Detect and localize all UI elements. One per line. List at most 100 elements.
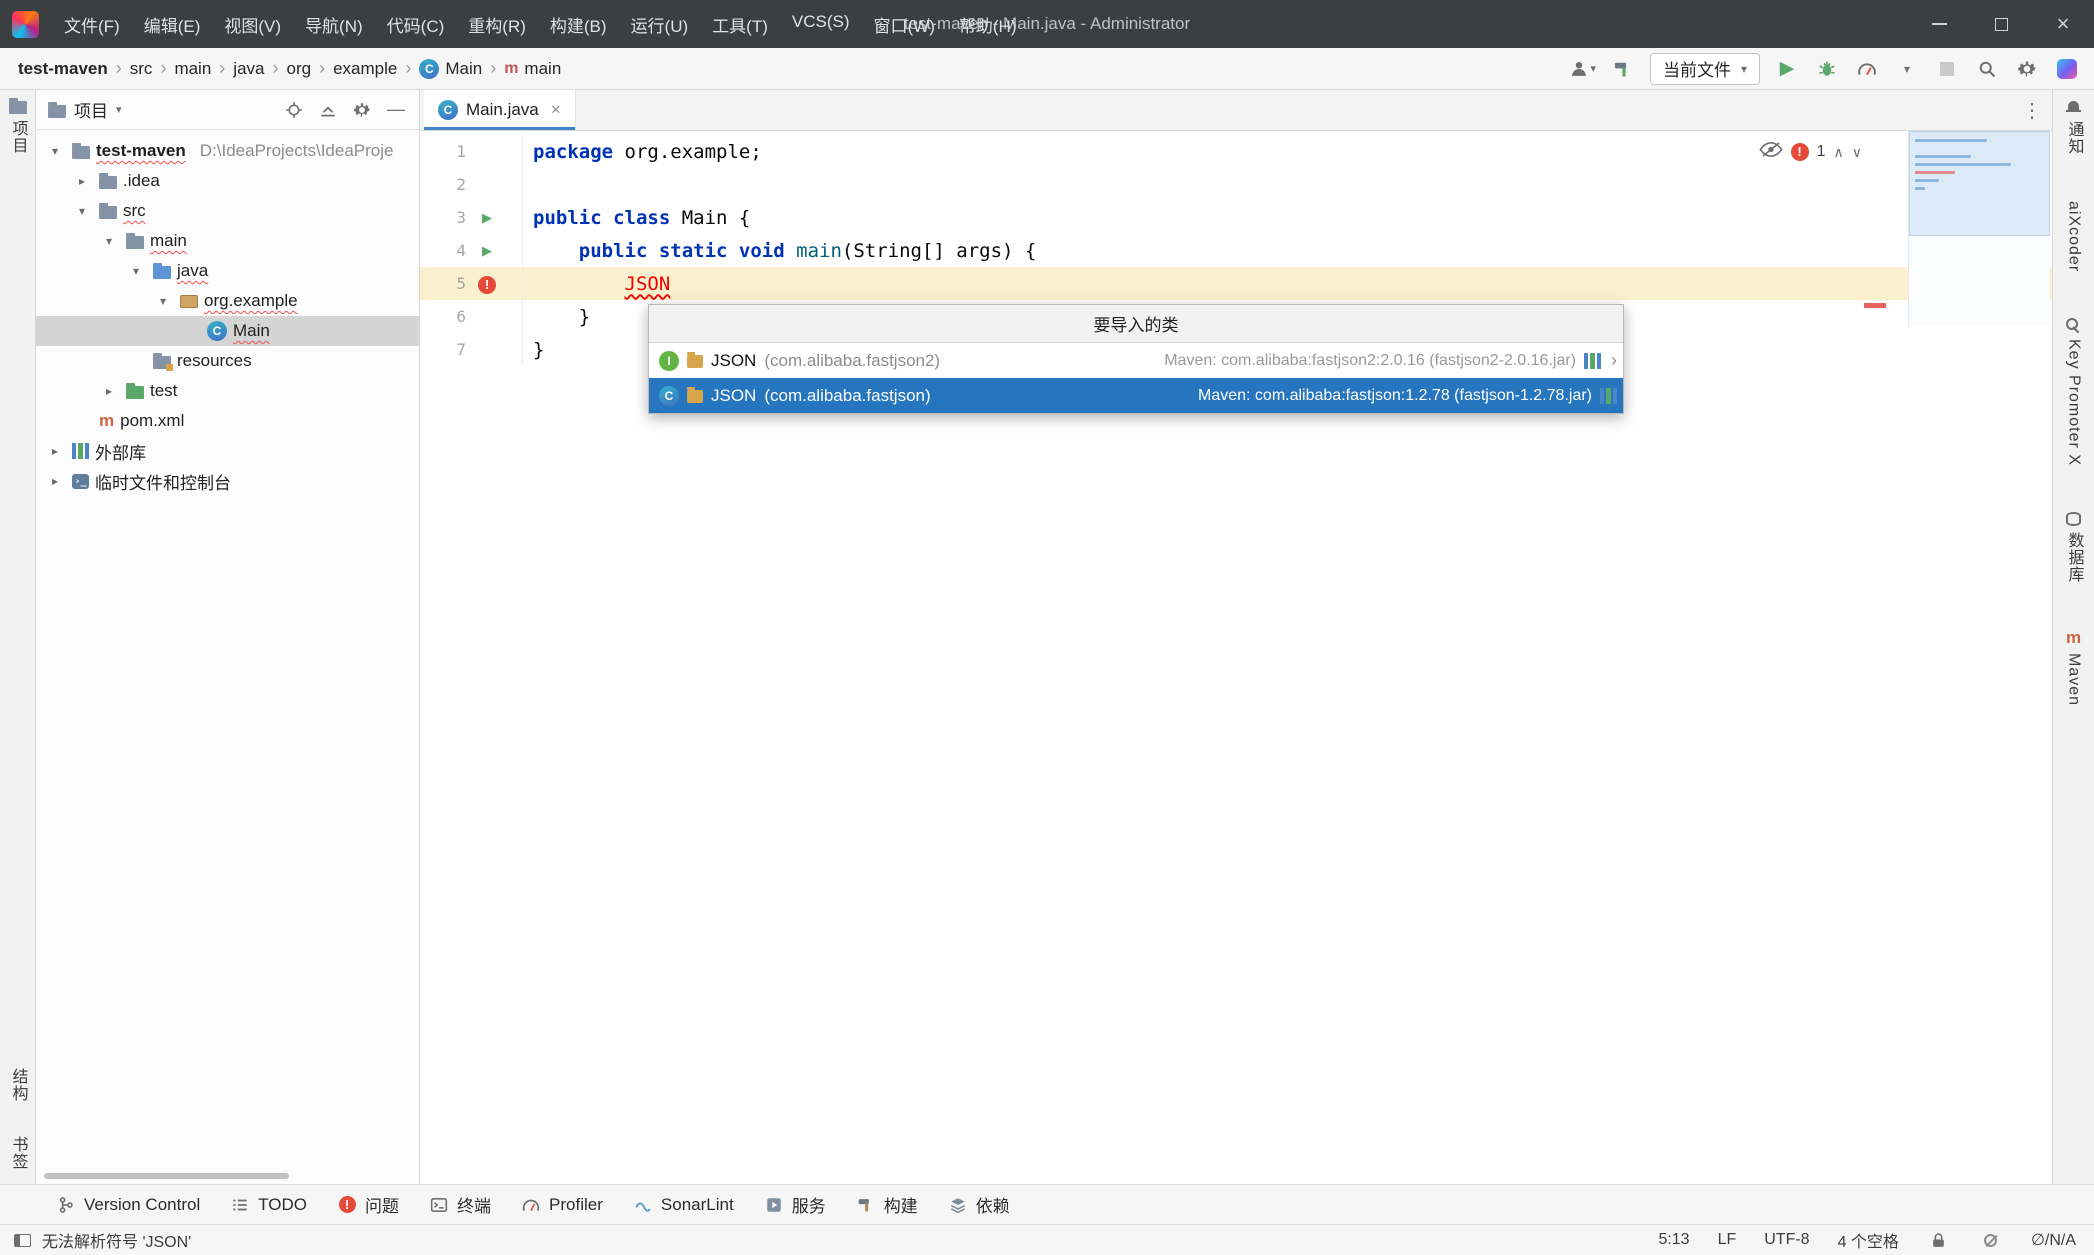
code-editor[interactable]: 1package org.example;23▶public class Mai… (420, 131, 2052, 1184)
stripe-button[interactable]: 结构 (6, 1068, 30, 1102)
collapse-all-icon[interactable] (315, 97, 341, 123)
caret-position[interactable]: 5:13 (1658, 1231, 1689, 1249)
prev-error-icon[interactable]: ∧ (1834, 144, 1844, 161)
import-option[interactable]: IJSON(com.alibaba.fastjson2)Maven: com.a… (649, 343, 1623, 378)
stripe-button[interactable]: 通知 (2062, 100, 2086, 155)
tree-chevron-icon[interactable]: ▸ (98, 384, 120, 398)
tree-chevron-icon[interactable]: ▸ (71, 174, 93, 188)
breadcrumb-item[interactable]: org (286, 59, 311, 79)
menu-item[interactable]: 视图(V) (213, 8, 292, 41)
highlight-level-icon[interactable] (1759, 141, 1783, 163)
tree-item[interactable]: ▾test-mavenD:\IdeaProjects\IdeaProje (36, 136, 419, 166)
stripe-button[interactable]: aiXcoder (2065, 201, 2083, 272)
error-stripe-mark[interactable] (1864, 303, 1886, 308)
project-view-caret-icon[interactable]: ▾ (116, 103, 122, 116)
stripe-button[interactable]: mMaven (2065, 629, 2083, 706)
code-line[interactable]: 3▶public class Main { (420, 201, 2052, 234)
tree-item[interactable]: ▾java (36, 256, 419, 286)
tree-item[interactable]: ▸.idea (36, 166, 419, 196)
debug-button[interactable] (1814, 54, 1840, 84)
tree-item[interactable]: ▸外部库 (36, 436, 419, 466)
menu-item[interactable]: 导航(N) (294, 8, 374, 41)
breadcrumb-item[interactable]: mmain (504, 59, 561, 79)
code-line[interactable]: 5! JSON (420, 267, 2052, 300)
tab-options-icon[interactable]: ⋮ (2022, 98, 2042, 123)
run-line-icon[interactable]: ▶ (472, 243, 502, 259)
search-icon[interactable] (1974, 54, 2000, 84)
breadcrumb-item[interactable]: CMain (419, 59, 482, 79)
tree-item[interactable]: ▸›_临时文件和控制台 (36, 466, 419, 496)
code-line[interactable]: 2 (420, 168, 2052, 201)
tree-chevron-icon[interactable]: ▾ (44, 144, 66, 158)
toolwindow-button[interactable]: 服务 (764, 1192, 826, 1217)
tree-chevron-icon[interactable]: ▸ (44, 474, 66, 488)
stripe-button[interactable]: 书签 (6, 1136, 30, 1170)
tree-item[interactable]: resources (36, 346, 419, 376)
run-config-select[interactable]: 当前文件 ▾ (1650, 53, 1760, 85)
tree-item[interactable]: ▾main (36, 226, 419, 256)
hide-panel-icon[interactable]: — (383, 97, 409, 123)
toolwindow-button[interactable]: 终端 (429, 1192, 491, 1217)
tree-item[interactable]: CMain (36, 316, 419, 346)
maximize-button[interactable] (1970, 0, 2032, 48)
minimap[interactable] (1908, 131, 2050, 326)
tree-chevron-icon[interactable]: ▾ (71, 204, 93, 218)
profile-button[interactable] (1854, 54, 1880, 84)
build-hammer-icon[interactable] (1610, 54, 1636, 84)
toolwindow-button[interactable]: 依赖 (948, 1192, 1010, 1217)
line-separator[interactable]: LF (1718, 1231, 1737, 1249)
tree-chevron-icon[interactable]: ▾ (98, 234, 120, 248)
tree-item[interactable]: mpom.xml (36, 406, 419, 436)
stripe-button[interactable]: Key Promoter X (2065, 318, 2083, 466)
panel-settings-icon[interactable] (349, 97, 375, 123)
breadcrumb-item[interactable]: test-maven (18, 59, 108, 79)
tab-close-icon[interactable]: × (551, 100, 561, 120)
file-encoding[interactable]: UTF-8 (1764, 1231, 1809, 1249)
menu-item[interactable]: VCS(S) (781, 8, 861, 41)
tree-chevron-icon[interactable]: ▾ (125, 264, 147, 278)
menu-item[interactable]: 运行(U) (620, 8, 700, 41)
menu-item[interactable]: 窗口(W) (863, 8, 946, 41)
menu-item[interactable]: 文件(F) (53, 8, 131, 41)
run-line-icon[interactable]: ▶ (472, 210, 502, 226)
stripe-button[interactable]: 项目 (6, 98, 30, 154)
breadcrumb-item[interactable]: java (233, 59, 264, 79)
stripe-button[interactable]: 数据库 (2062, 512, 2086, 583)
breadcrumb-item[interactable]: example (333, 59, 397, 79)
toolwindow-button[interactable]: TODO (230, 1195, 307, 1215)
menu-item[interactable]: 编辑(E) (133, 8, 212, 41)
tree-item[interactable]: ▾org.example (36, 286, 419, 316)
toolwindow-button[interactable]: Profiler (521, 1195, 603, 1215)
breadcrumb-item[interactable]: main (174, 59, 211, 79)
tree-item[interactable]: ▸test (36, 376, 419, 406)
run-button[interactable]: ▶ (1774, 54, 1800, 84)
toolwindow-button[interactable]: !问题 (337, 1192, 399, 1217)
minimize-button[interactable] (1908, 0, 1970, 48)
toolwindow-toggle-icon[interactable] (10, 1229, 34, 1251)
menu-item[interactable]: 帮助(H) (948, 8, 1028, 41)
horizontal-scrollbar[interactable] (44, 1173, 289, 1179)
menu-item[interactable]: 构建(B) (539, 8, 618, 41)
next-error-icon[interactable]: ∨ (1852, 144, 1862, 161)
ai-plugin-icon[interactable] (2054, 54, 2080, 84)
tree-chevron-icon[interactable]: ▾ (152, 294, 174, 308)
tree-chevron-icon[interactable]: ▸ (44, 444, 66, 458)
settings-gear-icon[interactable] (2014, 54, 2040, 84)
indent-size[interactable]: 4 个空格 (1838, 1228, 1899, 1252)
readonly-lock-icon[interactable] (1927, 1229, 1951, 1251)
toolwindow-button[interactable]: 构建 (856, 1192, 918, 1217)
tab-main-java[interactable]: C Main.java × (424, 90, 576, 130)
close-button[interactable]: × (2032, 0, 2094, 48)
run-more-caret-icon[interactable]: ▾ (1894, 54, 1920, 84)
menu-item[interactable]: 工具(T) (701, 8, 779, 41)
stop-button[interactable] (1934, 54, 1960, 84)
toolwindow-button[interactable]: Version Control (56, 1195, 200, 1215)
tree-item[interactable]: ▾src (36, 196, 419, 226)
memory-indicator[interactable]: ∅/N/A (2031, 1230, 2076, 1250)
menu-item[interactable]: 代码(C) (376, 8, 456, 41)
toolwindow-button[interactable]: SonarLint (633, 1195, 734, 1215)
code-line[interactable]: 4▶ public static void main(String[] args… (420, 234, 2052, 267)
breadcrumb-item[interactable]: src (130, 59, 153, 79)
user-icon[interactable]: ▾ (1569, 54, 1596, 84)
menu-item[interactable]: 重构(R) (457, 8, 537, 41)
